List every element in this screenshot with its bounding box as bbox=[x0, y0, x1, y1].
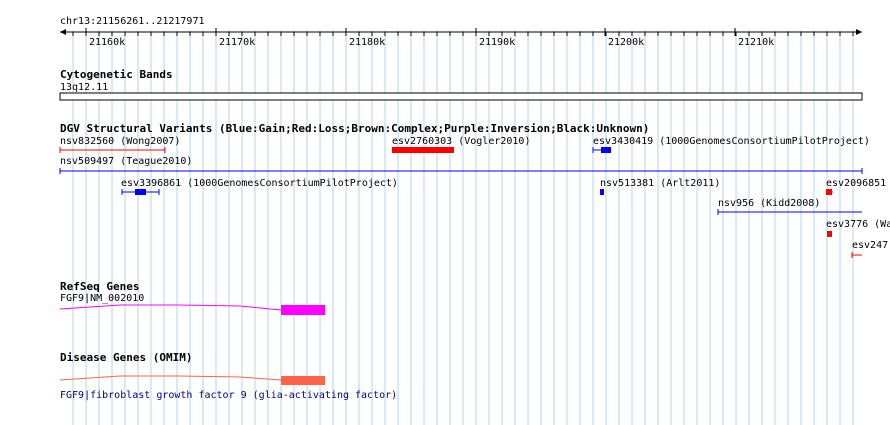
track-title-dgv: DGV Structural Variants (Blue:Gain;Red:L… bbox=[60, 122, 649, 135]
dgv-feature-label: esv3396861 (1000GenomesConsortiumPilotPr… bbox=[121, 178, 398, 189]
dgv-feature-esv3430419[interactable] bbox=[592, 147, 611, 153]
track-title-refseq: RefSeq Genes bbox=[60, 280, 139, 293]
grid-lines bbox=[72, 30, 854, 425]
ruler-tick-label: 21170k bbox=[219, 37, 255, 48]
dgv-feature-nsv513381[interactable] bbox=[600, 189, 604, 195]
omim-gene-link[interactable]: FGF9|fibroblast growth factor 9 (glia-ac… bbox=[60, 390, 397, 401]
dgv-feature-esv3396861[interactable] bbox=[121, 189, 160, 195]
refseq-gene-fgf9[interactable] bbox=[59, 304, 325, 315]
dgv-feature-label: esv247 bbox=[852, 240, 888, 251]
dgv-feature-label: nsv509497 (Teague2010) bbox=[60, 156, 192, 167]
refseq-gene-label: FGF9|NM_002010 bbox=[60, 293, 144, 304]
dgv-feature-label: nsv513381 (Arlt2011) bbox=[600, 178, 720, 189]
ruler-tick-label: 21190k bbox=[479, 37, 515, 48]
dgv-feature-nsv509497[interactable] bbox=[59, 168, 863, 174]
cytoband-track: Cytogenetic Bands 13q12.11 bbox=[59, 68, 863, 101]
ruler-tick-label: 21180k bbox=[349, 37, 385, 48]
dgv-track: DGV Structural Variants (Blue:Gain;Red:L… bbox=[59, 122, 890, 258]
dgv-feature-label: esv2096851 bbox=[826, 178, 886, 189]
ruler-tick-label: 21210k bbox=[738, 37, 774, 48]
cytoband-label: 13q12.11 bbox=[60, 82, 108, 93]
dgv-feature-esv2760303[interactable] bbox=[392, 147, 454, 153]
dgv-feature-label: esv2760303 (Vogler2010) bbox=[392, 136, 530, 147]
cytoband-bar[interactable] bbox=[59, 92, 863, 101]
dgv-feature-label: esv3776 (Wa bbox=[826, 219, 890, 230]
dgv-feature-label: esv3430419 (1000GenomesConsortiumPilotPr… bbox=[593, 136, 870, 147]
dgv-feature-label: nsv956 (Kidd2008) bbox=[718, 198, 820, 209]
dgv-feature-esv3776[interactable] bbox=[827, 231, 832, 237]
track-title-omim: Disease Genes (OMIM) bbox=[60, 351, 192, 364]
omim-gene-fgf9[interactable] bbox=[59, 375, 325, 385]
ruler-coordinate: chr13:21156261..21217971 bbox=[60, 16, 205, 27]
refseq-track: RefSeq Genes FGF9|NM_002010 bbox=[59, 280, 325, 315]
genome-browser-view: chr13:21156261..21217971 21160k 21170k 2… bbox=[59, 16, 890, 425]
dgv-feature-esv2096851[interactable] bbox=[826, 189, 833, 195]
ruler-tick-label: 21160k bbox=[89, 37, 125, 48]
ruler: chr13:21156261..21217971 21160k 21170k 2… bbox=[60, 16, 862, 48]
ruler-tick-label: 21200k bbox=[608, 37, 644, 48]
dgv-feature-label: nsv832560 (Wong2007) bbox=[60, 136, 180, 147]
track-title-cytoband: Cytogenetic Bands bbox=[60, 68, 173, 81]
